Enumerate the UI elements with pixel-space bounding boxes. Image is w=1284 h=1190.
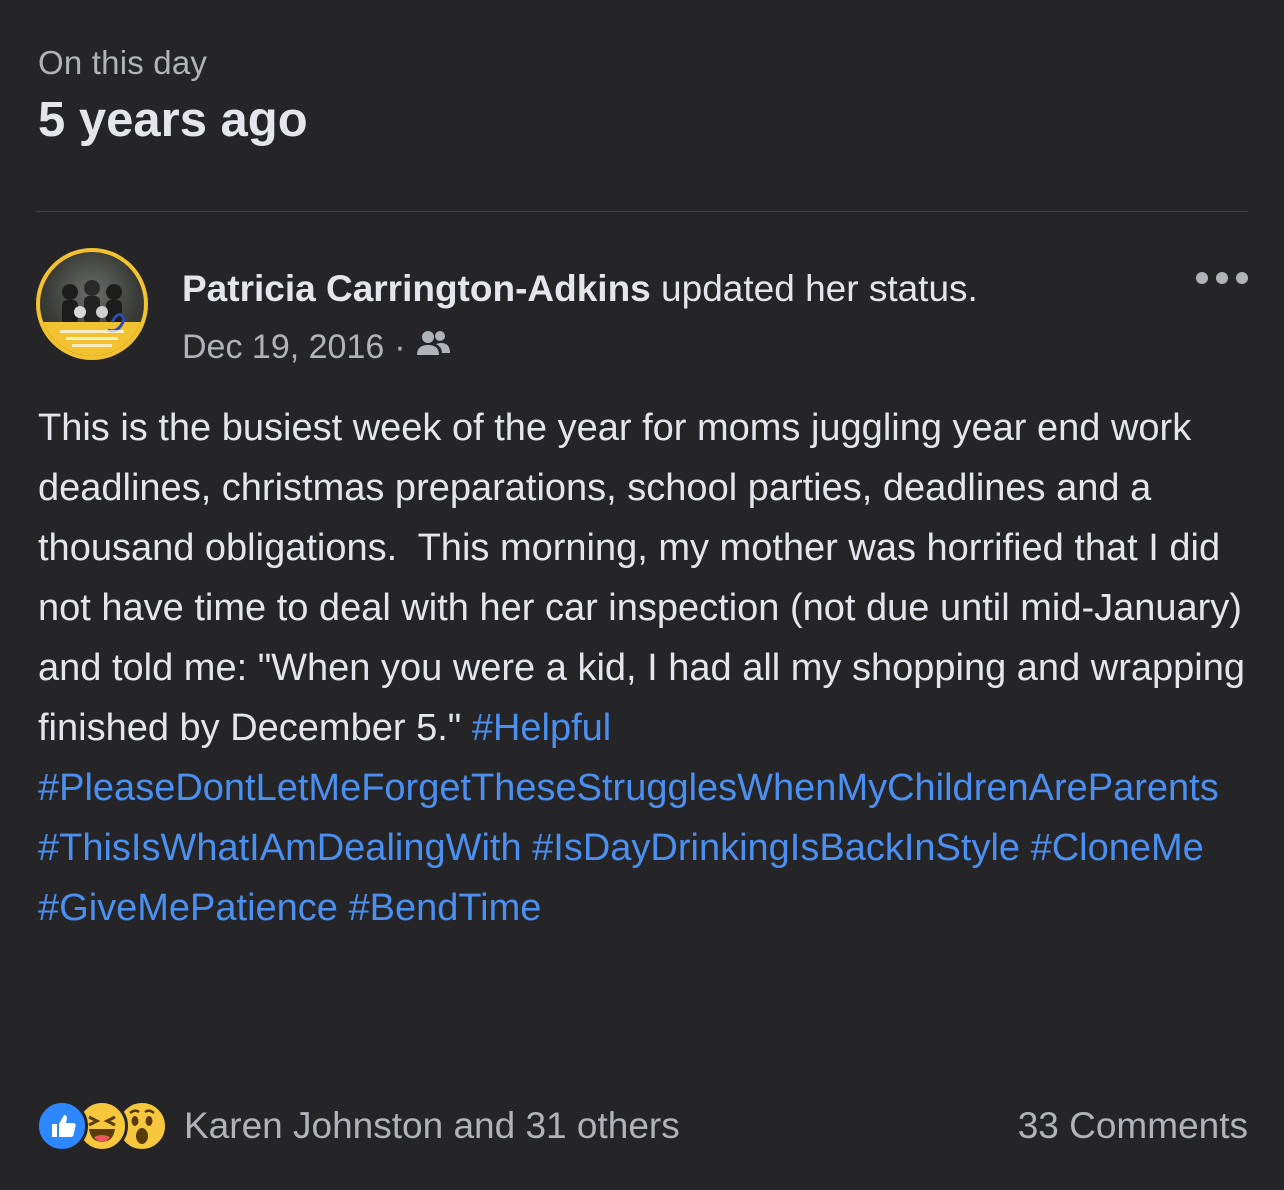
- memory-header: On this day 5 years ago: [38, 44, 308, 148]
- reaction-summary-text[interactable]: Karen Johnston and 31 others: [184, 1105, 680, 1147]
- friends-icon: [416, 328, 450, 367]
- author-line: Patricia Carrington-Adkins updated her s…: [182, 268, 978, 310]
- post-text: This is the busiest week of the year for…: [38, 407, 1256, 749]
- author-name-link[interactable]: Patricia Carrington-Adkins: [182, 268, 651, 309]
- reactions-summary[interactable]: Karen Johnston and 31 others: [36, 1100, 680, 1152]
- more-dot: [1196, 272, 1208, 284]
- hashtag-link[interactable]: #IsDayDrinkingIsBackInStyle: [532, 827, 1020, 869]
- like-icon: [36, 1100, 88, 1152]
- more-dot: [1216, 272, 1228, 284]
- hashtag-link[interactable]: #BendTime: [349, 887, 542, 929]
- post-footer: Karen Johnston and 31 others 33 Comments: [36, 1098, 1248, 1154]
- avatar-photo-icon: [40, 280, 144, 356]
- avatar[interactable]: [36, 248, 148, 360]
- post-date[interactable]: Dec 19, 2016: [182, 328, 384, 367]
- comments-count-link[interactable]: 33 Comments: [1018, 1105, 1248, 1147]
- memory-kicker: On this day: [38, 44, 208, 81]
- post-meta: Dec 19, 2016 ·: [182, 328, 450, 367]
- hashtag-link[interactable]: #CloneMe: [1031, 827, 1204, 869]
- more-dot: [1236, 272, 1248, 284]
- hashtag-link[interactable]: #PleaseDontLetMeForgetTheseStrugglesWhen…: [38, 767, 1219, 809]
- hashtag-link[interactable]: #Helpful: [472, 707, 611, 749]
- post-body: This is the busiest week of the year for…: [38, 398, 1252, 938]
- memory-headline: 5 years ago: [38, 93, 308, 147]
- hashtag-link[interactable]: #ThisIsWhatIAmDealingWith: [38, 827, 522, 869]
- more-options-icon[interactable]: [1196, 268, 1248, 288]
- meta-separator: ·: [394, 328, 406, 366]
- hashtag-link[interactable]: #GiveMePatience: [38, 887, 338, 929]
- post-action: updated her status.: [650, 268, 978, 309]
- divider: [36, 211, 1248, 212]
- post-header: Patricia Carrington-Adkins updated her s…: [36, 248, 1248, 378]
